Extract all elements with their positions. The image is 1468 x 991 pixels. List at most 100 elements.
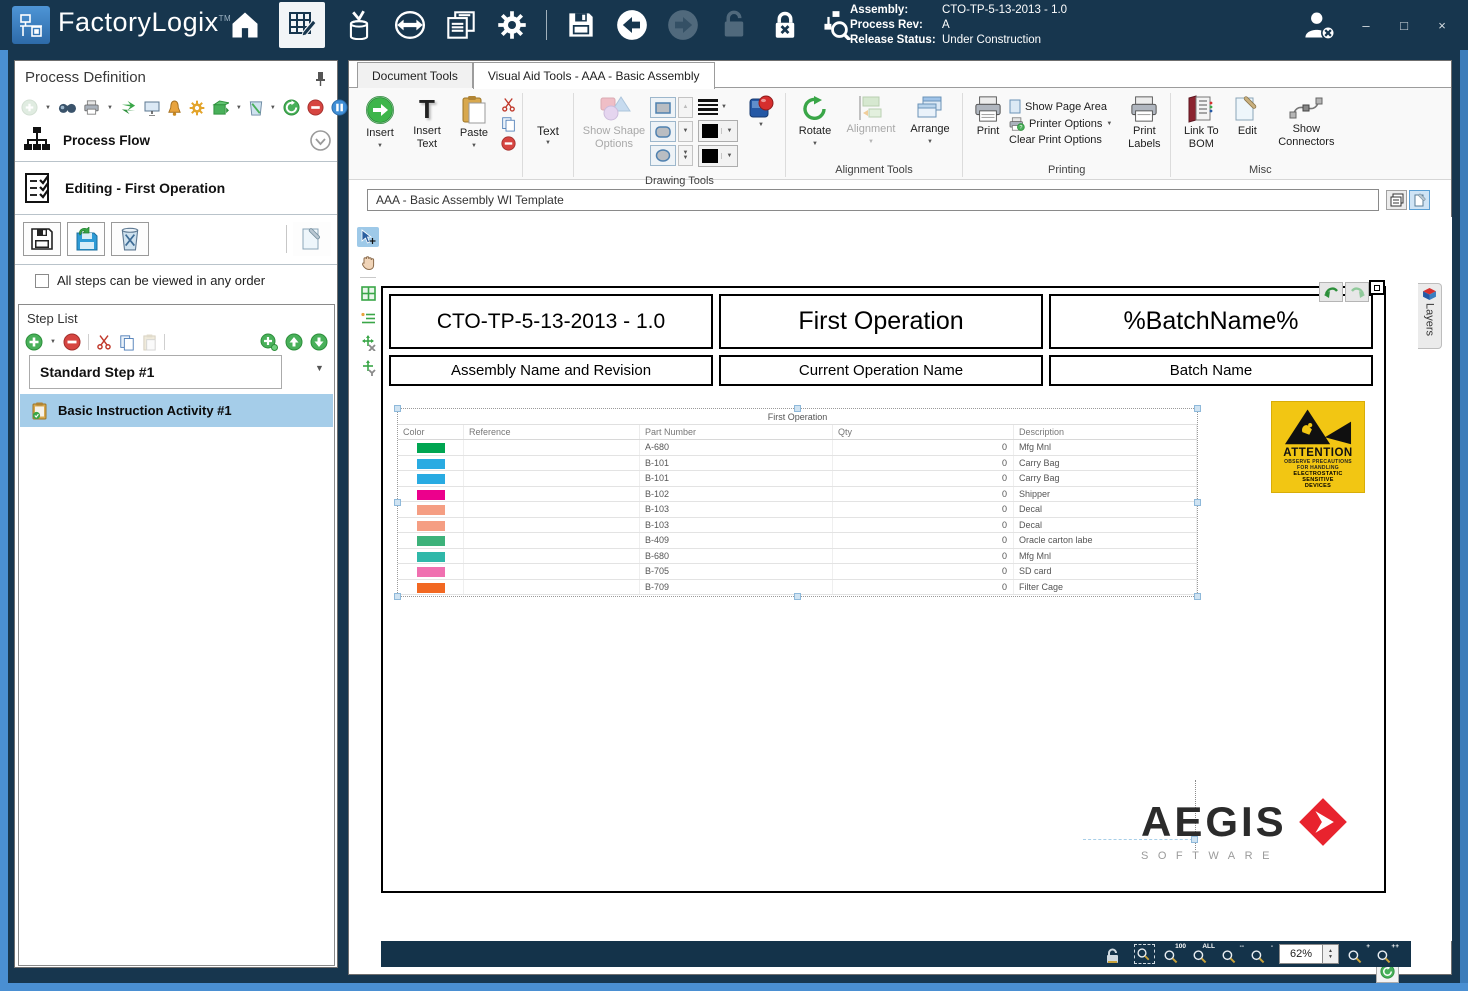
- edit-template-button[interactable]: [1409, 190, 1430, 210]
- insert-image-button[interactable]: ▼: [741, 91, 781, 129]
- pan-tool[interactable]: [357, 252, 379, 272]
- selection-handle[interactable]: [1194, 593, 1201, 600]
- save-icon[interactable]: [564, 7, 598, 43]
- add-step-dropdown-icon[interactable]: ▼: [50, 339, 56, 345]
- zoom-selection-icon[interactable]: [1134, 944, 1155, 964]
- lock-icon[interactable]: [768, 7, 802, 43]
- rectangle-shape-button[interactable]: [650, 97, 676, 118]
- print-process-icon[interactable]: [83, 100, 100, 115]
- show-page-area-button[interactable]: Show Page Area: [1009, 99, 1112, 114]
- tab-document-tools[interactable]: Document Tools: [357, 62, 473, 88]
- settings-gear-icon[interactable]: [495, 7, 529, 43]
- export-box-icon[interactable]: [212, 100, 229, 116]
- bom-table-row[interactable]: B-102 0 Shipper: [398, 487, 1197, 503]
- add-step-icon[interactable]: [25, 333, 43, 351]
- select-tool[interactable]: [357, 227, 379, 247]
- delete-bucket-icon[interactable]: [249, 100, 263, 116]
- presentation-icon[interactable]: [144, 100, 160, 116]
- user-logout-icon[interactable]: [1302, 10, 1336, 40]
- remove-icon[interactable]: [501, 136, 516, 151]
- print-button[interactable]: Print: [967, 91, 1009, 138]
- document-name-input[interactable]: AAA - Basic Assembly WI Template: [367, 189, 1379, 211]
- bom-table-row[interactable]: B-409 0 Oracle carton labe: [398, 533, 1197, 549]
- delete-step-button[interactable]: [111, 222, 149, 256]
- order-checkbox[interactable]: [35, 274, 49, 288]
- refresh-circle-icon[interactable]: [283, 99, 300, 116]
- zoom-out-icon[interactable]: -: [1250, 944, 1271, 964]
- link-to-bom-button[interactable]: Link To BOM: [1175, 91, 1227, 150]
- bom-table-row[interactable]: B-103 0 Decal: [398, 502, 1197, 518]
- paste-icon[interactable]: [142, 334, 157, 351]
- text-menu-button[interactable]: Text▼: [527, 91, 569, 179]
- selection-handle[interactable]: [394, 405, 401, 412]
- close-button[interactable]: ×: [1434, 18, 1450, 33]
- operation-header-label-cell[interactable]: Current Operation Name: [719, 355, 1043, 386]
- step-collapse-chevron-icon[interactable]: ▼: [315, 363, 324, 373]
- assembly-header-cell[interactable]: CTO-TP-5-13-2013 - 1.0: [389, 294, 713, 349]
- selection-handle[interactable]: [1194, 499, 1201, 506]
- bom-table-row[interactable]: B-101 0 Carry Bag: [398, 456, 1197, 472]
- unlock-icon[interactable]: [717, 7, 751, 43]
- redo-button[interactable]: [1345, 282, 1369, 302]
- reports-icon[interactable]: [444, 7, 478, 43]
- pause-icon[interactable]: [331, 99, 348, 116]
- selection-handle[interactable]: [794, 405, 801, 412]
- bom-table-row[interactable]: B-705 0 SD card: [398, 564, 1197, 580]
- move-down-icon[interactable]: [310, 333, 328, 351]
- find-icon[interactable]: [58, 100, 76, 115]
- bom-table-row[interactable]: B-103 0 Decal: [398, 518, 1197, 534]
- print-dropdown-icon[interactable]: ▼: [107, 105, 113, 111]
- back-icon[interactable]: [615, 7, 649, 43]
- insert-table-tool[interactable]: [357, 283, 379, 303]
- shape-scroll-end-icon[interactable]: ▼▼: [678, 145, 693, 166]
- print-labels-button[interactable]: Print Labels: [1122, 91, 1166, 150]
- move-anchor-tool[interactable]: [357, 358, 379, 378]
- batch-header-cell[interactable]: %BatchName%: [1049, 294, 1373, 349]
- copy-icon[interactable]: [501, 116, 516, 132]
- selection-handle[interactable]: [394, 499, 401, 506]
- sync-icon[interactable]: [393, 7, 427, 43]
- selection-handle[interactable]: [394, 593, 401, 600]
- zoom-100-icon[interactable]: 100: [1163, 944, 1184, 964]
- zoom-level-input[interactable]: 62%: [1279, 944, 1323, 964]
- zoom-spinner[interactable]: ▲▼: [1323, 944, 1339, 964]
- ellipse-shape-button[interactable]: [650, 145, 676, 166]
- insert-text-button[interactable]: T Insert Text: [405, 91, 449, 150]
- add-dropdown-icon[interactable]: ▼: [45, 105, 51, 111]
- zoom-all-icon[interactable]: ALL: [1192, 944, 1213, 964]
- home-icon[interactable]: [228, 7, 262, 43]
- rotate-button[interactable]: Rotate▼: [790, 91, 840, 148]
- bom-table[interactable]: First Operation Color Reference Part Num…: [398, 409, 1197, 596]
- cut-icon[interactable]: [501, 97, 516, 112]
- forward-icon[interactable]: [666, 7, 700, 43]
- vendor-logo[interactable]: AEGIS SOFTWARE: [1141, 796, 1349, 862]
- pages-button[interactable]: [1386, 190, 1407, 210]
- bom-table-row[interactable]: A-680 0 Mfg Mnl: [398, 440, 1197, 456]
- edit-button[interactable]: Edit: [1227, 91, 1267, 138]
- process-settings-gear-icon[interactable]: [189, 100, 205, 116]
- clear-print-options-button[interactable]: Clear Print Options: [1009, 134, 1112, 146]
- export-dropdown-icon[interactable]: ▼: [236, 105, 242, 111]
- process-search-icon[interactable]: [819, 7, 853, 43]
- cut-icon[interactable]: [96, 334, 112, 350]
- save-step-button[interactable]: [23, 222, 61, 256]
- insert-button[interactable]: Insert▼: [355, 91, 405, 150]
- fill-color-picker[interactable]: ▼: [698, 145, 738, 167]
- batch-header-label-cell[interactable]: Batch Name: [1049, 355, 1373, 386]
- shape-scroll-down-icon[interactable]: ▼: [678, 121, 693, 142]
- stop-minus-icon[interactable]: [307, 99, 324, 116]
- shape-scroll-up-icon[interactable]: ▲: [678, 97, 693, 118]
- zoom-out-fast-icon[interactable]: --: [1221, 944, 1242, 964]
- assembly-header-label-cell[interactable]: Assembly Name and Revision: [389, 355, 713, 386]
- undo-button[interactable]: [1319, 282, 1343, 302]
- delete-dropdown-icon[interactable]: ▼: [270, 105, 276, 111]
- arrange-button[interactable]: Arrange▼: [902, 91, 958, 146]
- bom-table-row[interactable]: B-680 0 Mfg Mnl: [398, 549, 1197, 565]
- save-import-button[interactable]: [67, 222, 105, 256]
- bom-table-row[interactable]: B-101 0 Carry Bag: [398, 471, 1197, 487]
- insert-list-tool[interactable]: [357, 308, 379, 328]
- printer-options-button[interactable]: ? Printer Options▼: [1009, 117, 1112, 131]
- esd-warning-sign[interactable]: ATTENTION OBSERVE PRECAUTIONS FOR HANDLI…: [1271, 401, 1365, 493]
- order-checkbox-row[interactable]: All steps can be viewed in any order: [35, 273, 265, 288]
- zoom-lock-icon[interactable]: [1105, 944, 1126, 964]
